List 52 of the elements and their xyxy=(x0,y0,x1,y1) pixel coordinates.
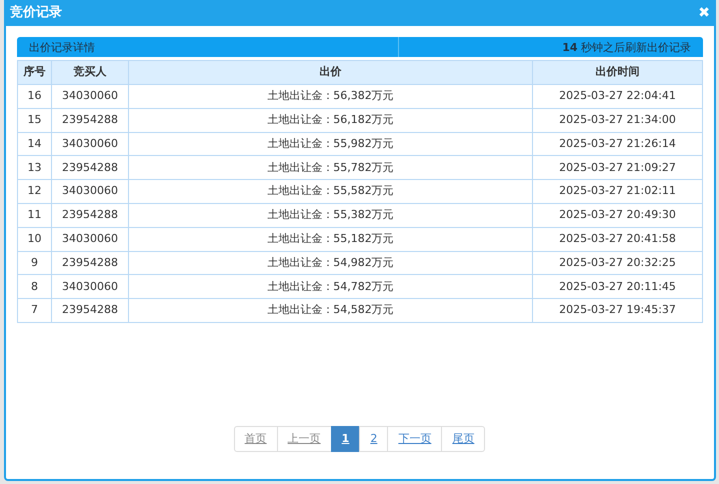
table-cell: 土地出让金：55,982万元 xyxy=(128,132,532,156)
table-cell: 2025-03-27 21:09:27 xyxy=(532,156,702,180)
table-cell: 23954288 xyxy=(52,203,128,228)
table-cell: 11 xyxy=(18,203,52,228)
dialog-title: 竞价记录 xyxy=(10,4,62,22)
table-cell: 16 xyxy=(18,84,52,108)
table-cell: 13 xyxy=(18,156,52,180)
page-link[interactable]: 下一页 xyxy=(387,426,442,452)
table-cell: 土地出让金：54,582万元 xyxy=(128,298,532,322)
table-cell: 2025-03-27 20:32:25 xyxy=(532,251,702,275)
column-header: 序号 xyxy=(18,60,52,84)
table-cell: 土地出让金：55,782万元 xyxy=(128,156,532,180)
table-cell: 34030060 xyxy=(52,84,128,108)
table-cell: 9 xyxy=(18,251,52,275)
table-cell: 土地出让金：55,582万元 xyxy=(128,180,532,204)
page-link[interactable]: 尾页 xyxy=(441,426,486,452)
table-cell: 土地出让金：56,382万元 xyxy=(128,84,532,108)
table-cell: 2025-03-27 20:49:30 xyxy=(532,203,702,228)
table-cell: 15 xyxy=(18,108,52,132)
info-bar-label: 出价记录详情 xyxy=(17,37,399,57)
table-cell: 土地出让金：56,182万元 xyxy=(128,108,532,132)
table-cell: 土地出让金：54,982万元 xyxy=(128,251,532,275)
table-cell: 土地出让金：54,782万元 xyxy=(128,274,532,299)
page-link[interactable]: 2 xyxy=(359,426,388,452)
column-header: 出价 xyxy=(128,60,532,84)
close-button[interactable]: ✖ xyxy=(698,6,710,20)
column-header: 出价时间 xyxy=(532,60,702,84)
table-cell: 14 xyxy=(18,132,52,156)
table-cell: 23954288 xyxy=(52,108,128,132)
table-cell: 34030060 xyxy=(52,227,128,252)
table-cell: 土地出让金：55,382万元 xyxy=(128,203,532,228)
table-cell: 2025-03-27 21:26:14 xyxy=(532,132,702,156)
refresh-countdown: 14 秒钟之后刷新出价记录 xyxy=(399,37,703,57)
table-cell: 2025-03-27 22:04:41 xyxy=(532,84,702,108)
table-cell: 23954288 xyxy=(52,156,128,180)
table-cell: 2025-03-27 20:41:58 xyxy=(532,227,702,252)
table-cell: 34030060 xyxy=(52,132,128,156)
table-cell: 34030060 xyxy=(52,274,128,299)
table-cell: 2025-03-27 21:34:00 xyxy=(532,108,702,132)
table-cell: 7 xyxy=(18,298,52,322)
table-cell: 23954288 xyxy=(52,251,128,275)
table-cell: 2025-03-27 21:02:11 xyxy=(532,180,702,204)
column-header: 竞买人 xyxy=(52,60,128,84)
table-cell: 34030060 xyxy=(52,180,128,204)
page-link[interactable]: 1 xyxy=(330,426,360,452)
table-cell: 土地出让金：55,182万元 xyxy=(128,227,532,252)
table-cell: 2025-03-27 19:45:37 xyxy=(532,298,702,322)
table-cell: 12 xyxy=(18,180,52,204)
table-cell: 23954288 xyxy=(52,298,128,322)
table-cell: 8 xyxy=(18,274,52,299)
table-cell: 2025-03-27 20:11:45 xyxy=(532,274,702,299)
table-cell: 10 xyxy=(18,227,52,252)
